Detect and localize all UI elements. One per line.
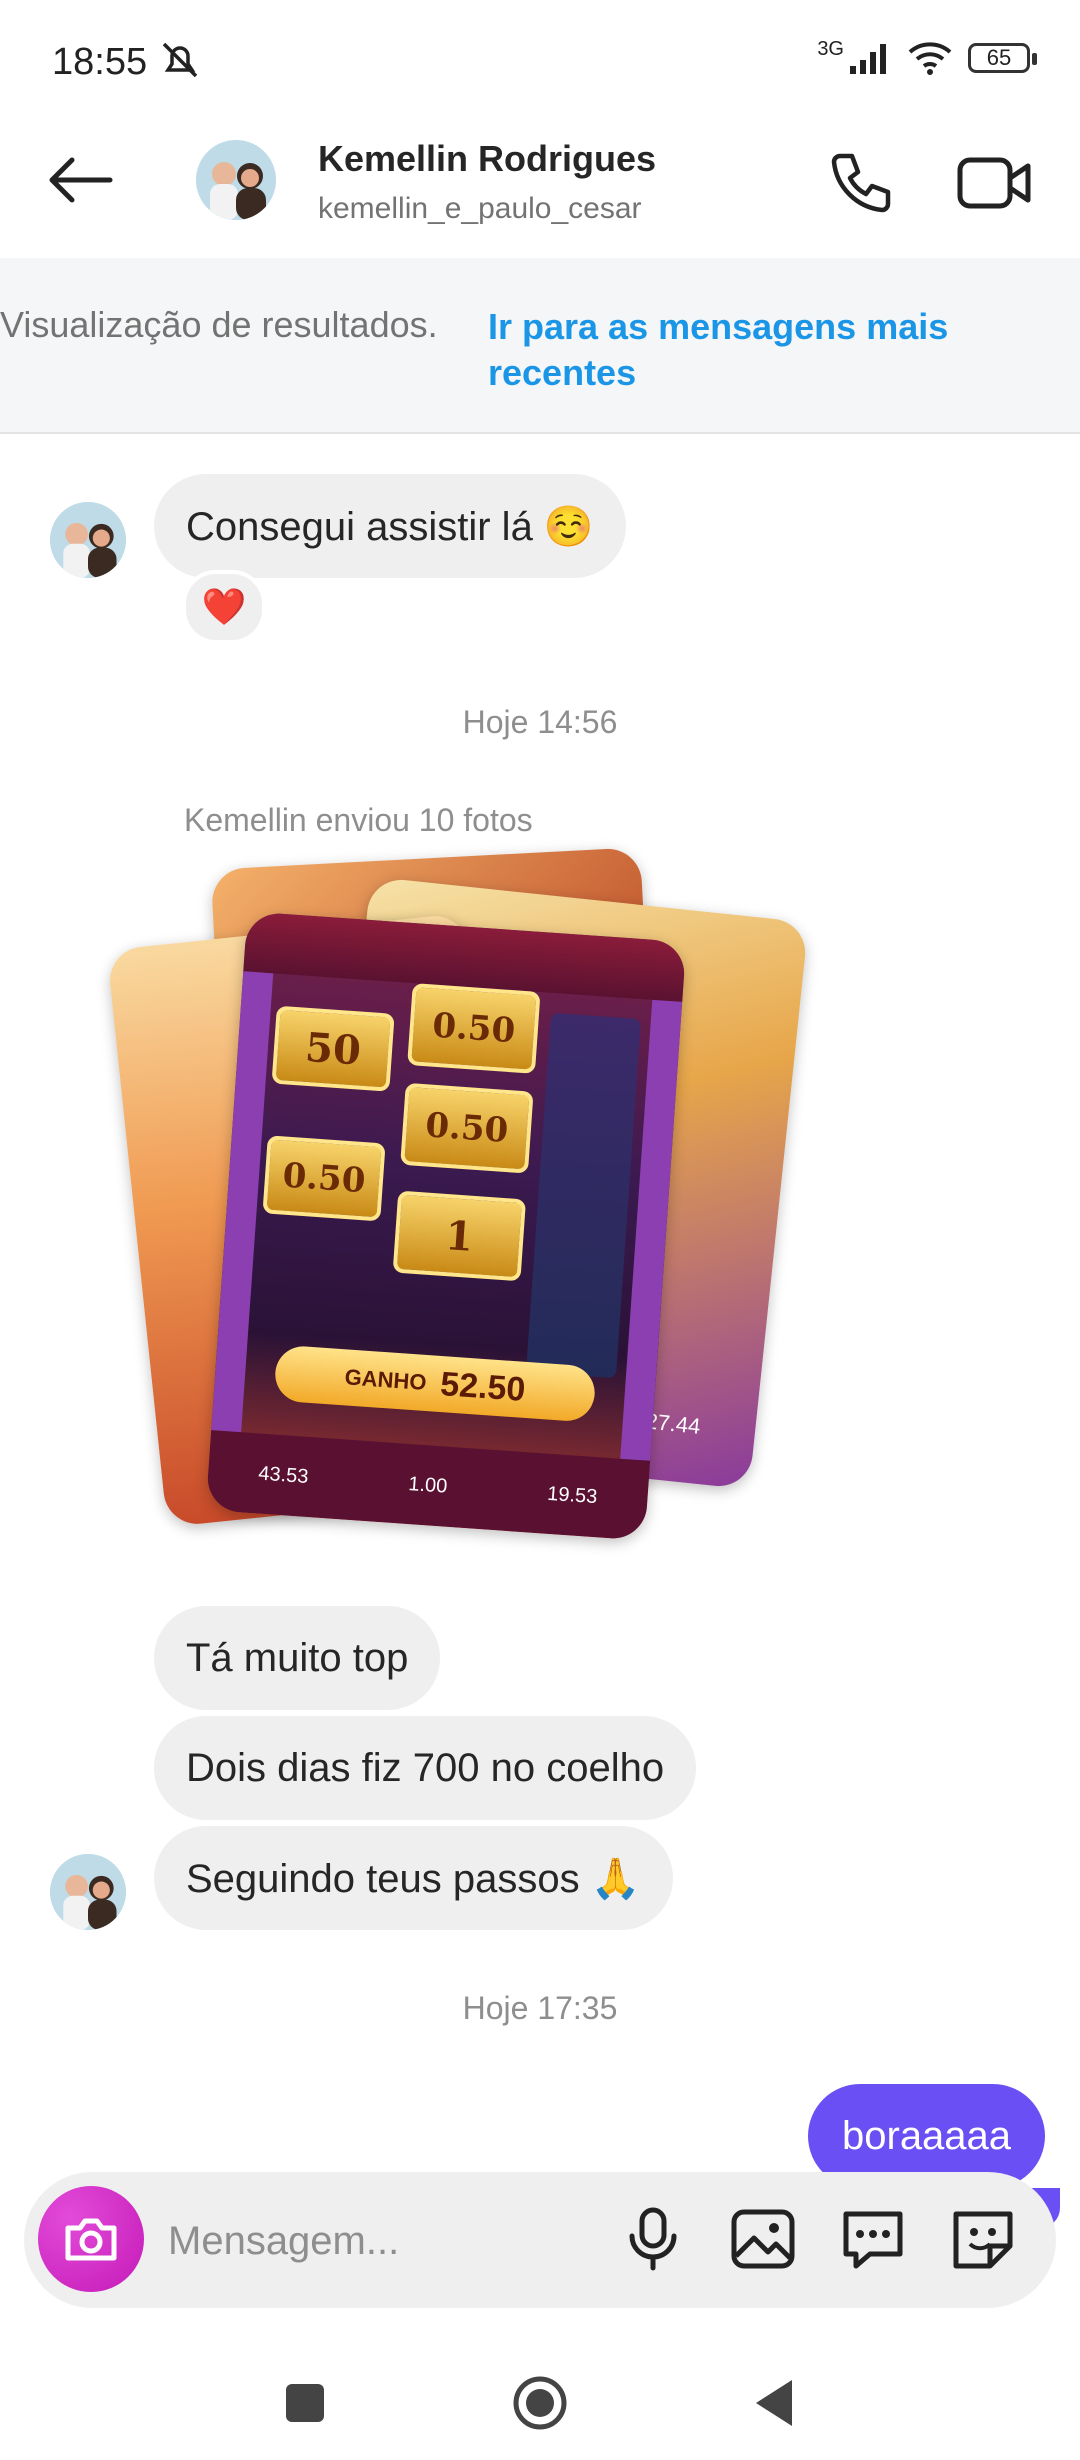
chat-bubble-icon[interactable]	[838, 2204, 908, 2274]
message-text: Consegui assistir lá ☺️	[186, 504, 594, 549]
results-preview-text: Visualização de resultados.	[0, 304, 438, 345]
sender-avatar[interactable]	[50, 1854, 126, 1930]
message-text: boraaaaa	[842, 2113, 1012, 2158]
sticker-icon[interactable]	[948, 2204, 1018, 2274]
contact-username[interactable]: kemellin_e_paulo_cesar	[318, 192, 642, 226]
status-time: 18:55	[52, 40, 202, 84]
signal-icon	[850, 44, 886, 74]
message-text: Tá muito top	[186, 1635, 409, 1680]
network-type: 3G	[817, 37, 844, 60]
game-footer: 43.53 1.00 19.53	[205, 1430, 651, 1541]
recents-button[interactable]	[270, 2368, 340, 2438]
photos-caption: Kemellin enviou 10 fotos	[184, 802, 533, 838]
reel-value: 1	[392, 1190, 527, 1282]
phone-icon[interactable]	[826, 148, 896, 218]
back-button[interactable]	[40, 150, 120, 210]
reel-value: 0.50	[262, 1135, 386, 1222]
back-nav-button[interactable]	[740, 2368, 810, 2438]
video-camera-icon[interactable]	[954, 148, 1034, 218]
reel-value: 0.50	[400, 1082, 534, 1174]
camera-icon	[65, 2218, 117, 2261]
heart-reaction[interactable]: ❤️	[182, 570, 266, 644]
camera-button[interactable]	[38, 2186, 144, 2292]
message-text: Seguindo teus passos 🙏	[186, 1856, 641, 1901]
message-text: Dois dias fiz 700 no coelho	[186, 1745, 665, 1790]
timestamp: Hoje 14:56	[462, 704, 618, 740]
heart-icon: ❤️	[201, 586, 247, 627]
microphone-icon[interactable]	[618, 2204, 688, 2274]
photo-stack[interactable]: 27.44 50 0.50 0.50 0.50 1 GANHO 52.50 43…	[106, 847, 809, 1552]
contact-avatar[interactable]	[196, 140, 276, 220]
mute-icon	[162, 42, 197, 78]
message-bubble[interactable]: Seguindo teus passos 🙏	[154, 1826, 673, 1930]
home-button[interactable]	[505, 2368, 575, 2438]
image-icon[interactable]	[728, 2204, 798, 2274]
message-bubble[interactable]: Consegui assistir lá ☺️	[154, 474, 626, 578]
message-bubble[interactable]: Dois dias fiz 700 no coelho	[154, 1716, 697, 1820]
message-bubble[interactable]: Tá muito top	[154, 1606, 441, 1710]
status-icons: 3G 65	[817, 37, 1037, 76]
jump-to-recent-link[interactable]: Ir para as mensagens mais recentes	[488, 304, 1008, 396]
message-input[interactable]	[166, 2200, 570, 2282]
photo-card-front: 50 0.50 0.50 0.50 1 GANHO 52.50 43.53 1.…	[205, 911, 687, 1541]
battery-level: 65	[986, 45, 1012, 70]
reel-value: 50	[271, 1005, 395, 1092]
battery-icon: 65	[968, 43, 1037, 73]
sender-avatar[interactable]	[50, 502, 126, 578]
contact-name[interactable]: Kemellin Rodrigues	[318, 138, 656, 180]
timestamp: Hoje 17:35	[462, 1990, 618, 2026]
reel-value: 0.50	[407, 983, 541, 1074]
wifi-icon	[908, 42, 952, 75]
